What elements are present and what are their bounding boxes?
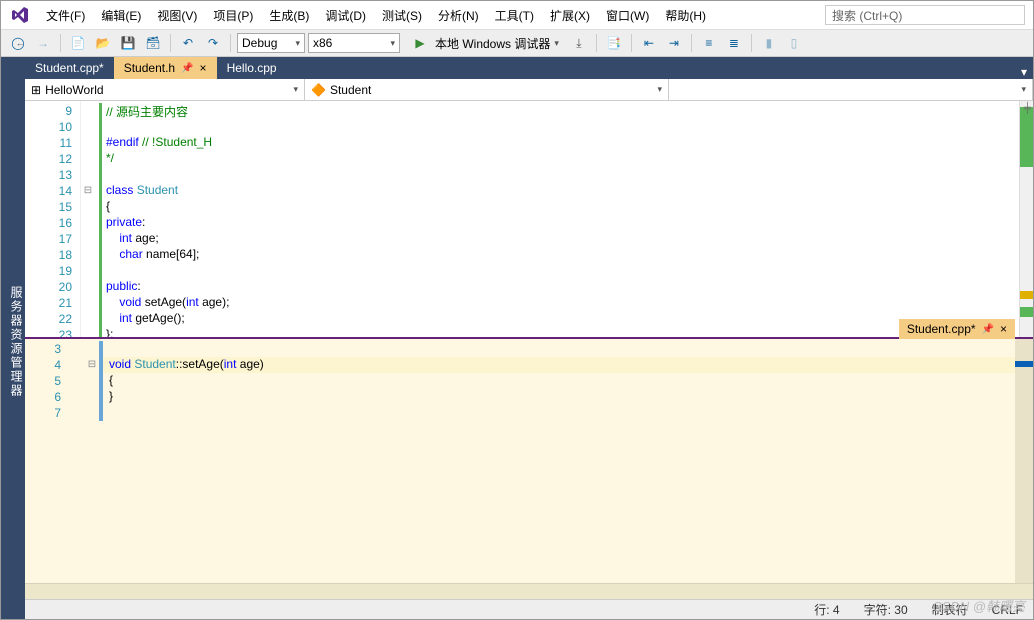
step-button[interactable]: ⤓ [568, 32, 590, 54]
toolbar: ◯← → 📄 📂 💾 🗃 ↶ ↷ Debug▾ x86▾ ▶本地 Windows… [1, 29, 1033, 57]
menu-view[interactable]: 视图(V) [150, 4, 204, 27]
menu-help[interactable]: 帮助(H) [658, 4, 713, 27]
status-char: 字符: 30 [864, 601, 908, 618]
line-gutter: 34567 [25, 339, 85, 583]
code-editor-top[interactable]: 91011121314151617181920212223 ⊟ // 源码主要内… [25, 101, 1033, 337]
menu-analyze[interactable]: 分析(N) [431, 4, 486, 27]
search-input[interactable]: 搜索 (Ctrl+Q) [825, 5, 1025, 25]
class-icon: 🔶 [311, 83, 326, 97]
fold-gutter[interactable]: ⊟ [85, 339, 99, 583]
indent-left-button[interactable]: ⇤ [638, 32, 660, 54]
nav-back-button[interactable]: ◯← [7, 32, 29, 54]
bookmark-nav-button[interactable]: ▯ [783, 32, 805, 54]
save-all-button[interactable]: 🗃 [142, 32, 164, 54]
save-button[interactable]: 💾 [117, 32, 139, 54]
marker-track [1015, 339, 1033, 583]
menu-file[interactable]: 文件(F) [39, 4, 92, 27]
status-bar: 行: 4 字符: 30 制表符 CRLF [25, 599, 1033, 619]
redo-button[interactable]: ↷ [202, 32, 224, 54]
menu-bar: 文件(F) 编辑(E) 视图(V) 项目(P) 生成(B) 调试(D) 测试(S… [1, 1, 1033, 29]
toolbar-separator [230, 34, 231, 52]
member-dropdown[interactable]: ▾ [669, 79, 1033, 100]
side-panel-tabs: 服务器资源管理器 工具箱 [1, 57, 25, 619]
code-body[interactable]: // 源码主要内容#endif // !Student_H*/class Stu… [95, 101, 1019, 337]
fold-gutter[interactable]: ⊟ [81, 101, 95, 337]
toolbar-separator [596, 34, 597, 52]
pin-icon[interactable]: 📌 [982, 324, 994, 335]
tab-overflow-button[interactable]: ▾ [1015, 65, 1033, 79]
menu-window[interactable]: 窗口(W) [599, 4, 656, 27]
server-explorer-tab[interactable]: 服务器资源管理器 [8, 286, 25, 398]
undo-button[interactable]: ↶ [177, 32, 199, 54]
toolbar-separator [170, 34, 171, 52]
pin-icon[interactable]: 📌 [181, 63, 193, 74]
menu-test[interactable]: 测试(S) [375, 4, 429, 27]
indent-right-button[interactable]: ⇥ [663, 32, 685, 54]
menu-project[interactable]: 项目(P) [206, 4, 260, 27]
menu-build[interactable]: 生成(B) [262, 4, 316, 27]
tab-student-h[interactable]: Student.h📌× [114, 57, 217, 79]
bookmark-button[interactable]: ▮ [758, 32, 780, 54]
menu-tools[interactable]: 工具(T) [488, 4, 541, 27]
status-line: 行: 4 [814, 601, 839, 618]
close-icon[interactable]: × [1000, 322, 1007, 336]
toolbar-separator [60, 34, 61, 52]
project-icon: ⊞ [31, 83, 41, 97]
toolbar-separator [631, 34, 632, 52]
marker-track [1019, 101, 1033, 337]
vs-logo-icon [9, 4, 31, 26]
play-icon: ▶ [409, 32, 431, 54]
platform-dropdown[interactable]: x86▾ [308, 33, 400, 53]
watermark: CSDN @韩曙亮 [932, 596, 1025, 615]
split-icon[interactable]: ╪ [1024, 103, 1031, 114]
menu-edit[interactable]: 编辑(E) [94, 4, 148, 27]
tab-student-cpp[interactable]: Student.cpp* [25, 57, 114, 79]
scope-dropdown[interactable]: 🔶 Student▾ [305, 79, 669, 100]
peek-definition-pane: Student.cpp* 📌 × 34567 ⊟ void Student::s… [25, 337, 1033, 619]
comment-button[interactable]: ≡ [698, 32, 720, 54]
code-body[interactable]: void Student::setAge(int age){} [99, 339, 1015, 583]
project-dropdown[interactable]: ⊞ HelloWorld▾ [25, 79, 305, 100]
uncomment-button[interactable]: ≣ [723, 32, 745, 54]
close-icon[interactable]: × [200, 61, 207, 75]
toolbar-separator [691, 34, 692, 52]
menu-debug[interactable]: 调试(D) [318, 4, 373, 27]
config-dropdown[interactable]: Debug▾ [237, 33, 305, 53]
toolbar-separator [751, 34, 752, 52]
tab-hello-cpp[interactable]: Hello.cpp [217, 57, 287, 79]
navigation-bar: ⊞ HelloWorld▾ 🔶 Student▾ ▾ [25, 79, 1033, 101]
run-button[interactable]: ▶本地 Windows 调试器▾ [403, 32, 565, 54]
scrollbar-h[interactable] [25, 583, 1033, 599]
line-gutter: 91011121314151617181920212223 [25, 101, 81, 337]
open-button[interactable]: 📂 [92, 32, 114, 54]
new-file-button[interactable]: 📄 [67, 32, 89, 54]
document-tabs: Student.cpp* Student.h📌× Hello.cpp ▾ [25, 57, 1033, 79]
menu-extensions[interactable]: 扩展(X) [543, 4, 597, 27]
peek-tab[interactable]: Student.cpp* 📌 × [899, 319, 1015, 339]
tool-button[interactable]: 📑 [603, 32, 625, 54]
nav-fwd-button[interactable]: → [32, 32, 54, 54]
